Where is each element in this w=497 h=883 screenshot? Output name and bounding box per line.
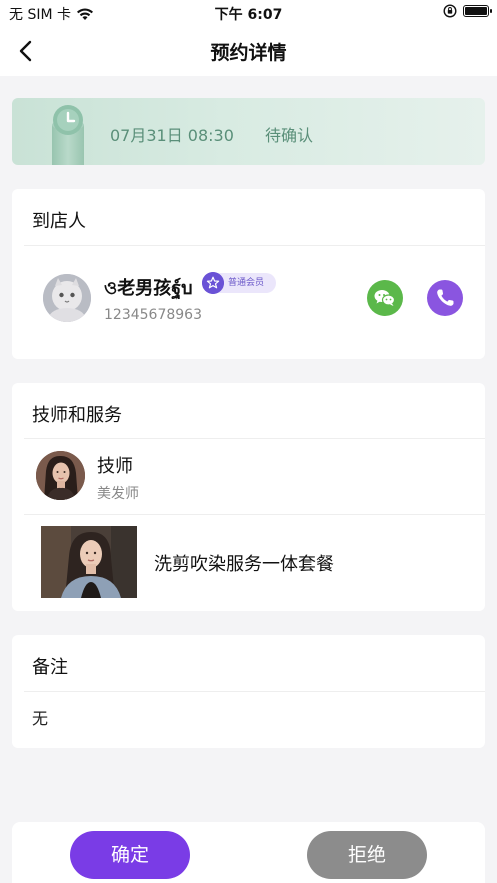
service-section-title: 技师和服务	[32, 405, 122, 426]
service-image[interactable]	[41, 526, 137, 598]
customer-name: ও老男孩ฐ์บ	[104, 278, 193, 299]
appointment-status: 待确认	[265, 126, 314, 145]
call-button[interactable]	[427, 280, 463, 316]
nav-bar: 预约详情	[0, 26, 497, 76]
status-right	[443, 4, 492, 18]
technician-name: 技师	[97, 456, 133, 477]
customer-section-title: 到店人	[32, 211, 86, 232]
technician-role: 美发师	[97, 486, 139, 502]
star-icon	[202, 272, 224, 294]
member-level-label: 普通会员	[228, 278, 265, 288]
page-title: 预约详情	[210, 42, 287, 64]
member-badge: 普通会员	[202, 272, 277, 294]
orientation-lock-icon	[443, 4, 457, 18]
customer-phone: 12345678963	[104, 307, 202, 323]
phone-icon	[437, 289, 454, 306]
battery-icon	[463, 5, 492, 17]
divider	[24, 514, 485, 515]
confirm-button[interactable]: 确定	[70, 831, 190, 879]
divider	[24, 245, 485, 246]
clock-icon	[52, 105, 84, 165]
divider	[24, 691, 485, 692]
technician-avatar[interactable]	[36, 451, 85, 500]
appointment-time: 07月31日 08:30	[110, 126, 234, 145]
notes-card: 备注 无	[12, 635, 485, 748]
bottom-action-bar: 确定 拒绝	[12, 822, 485, 883]
wechat-button[interactable]	[367, 280, 403, 316]
status-bar: 无 SIM 卡 下午 6:07	[0, 0, 497, 26]
customer-avatar[interactable]	[43, 274, 91, 322]
reject-button[interactable]: 拒绝	[307, 831, 427, 879]
appointment-status-banner: 07月31日 08:30 待确认	[12, 98, 485, 165]
divider	[24, 438, 485, 439]
notes-content: 无	[32, 709, 49, 728]
service-name: 洗剪吹染服务一体套餐	[154, 554, 334, 575]
notes-section-title: 备注	[32, 657, 68, 678]
service-card: 技师和服务 技师 美发师 洗剪吹染服务一体套餐	[12, 383, 485, 611]
wechat-icon	[374, 290, 396, 306]
customer-card: 到店人 ও老男孩ฐ์บ 普通会员 12345678963	[12, 189, 485, 359]
status-time: 下午 6:07	[214, 7, 283, 23]
